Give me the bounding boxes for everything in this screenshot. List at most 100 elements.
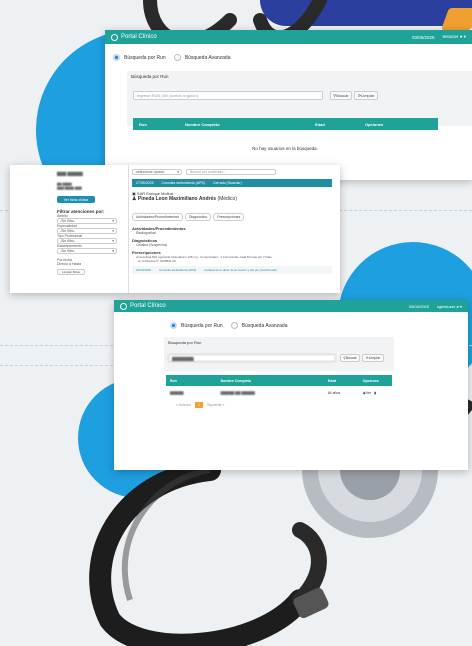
col-options: Opciones <box>362 378 379 383</box>
row-age: 64 años <box>327 390 341 395</box>
radio-search-advanced-label: Búsqueda Avanzada <box>241 322 288 329</box>
attending-name: Pineda Leon Maximiliano Andrés <box>137 196 217 202</box>
patient-sidebar: ▇▇▇ ▇▇▇▇▇ ▇▇ ▇▇▇▇ ▇▇▇ ▇▇▇▇ ▇▇▇ Ver ficha … <box>57 171 117 275</box>
col-age: Edad <box>315 121 325 127</box>
brand[interactable]: Portal Clínico <box>111 33 157 41</box>
results-table-header: Run Nombre Completo Edad Opciones <box>166 375 392 386</box>
col-name: Nombre Completo <box>220 378 251 383</box>
person-icon: ♟ <box>132 196 137 202</box>
search-window-top: Portal Clínico 03/06/2025 testuser ● ▾ B… <box>105 30 472 180</box>
section-title: Búsqueda por Run <box>131 74 169 79</box>
chevron-down-icon: ▾ <box>112 239 114 243</box>
search-button-label: Buscar <box>336 93 349 98</box>
app-title: Portal Clínico <box>130 303 166 309</box>
record-row[interactable]: 24/03/2025 Consulta ambulatoria (APS) Ce… <box>132 266 332 274</box>
user-menu[interactable]: testuser ● ▾ <box>442 34 466 40</box>
chevron-down-icon: ▾ <box>112 219 114 223</box>
patient-name-blurred: ▇▇▇ ▇▇▇▇▇ <box>57 171 83 176</box>
clear-filters-button[interactable]: Limpiar filtros <box>57 269 85 275</box>
search-button[interactable]: ⚲ Buscar <box>340 354 360 362</box>
filter-value: -Sin filtro- <box>60 249 75 253</box>
attending-role: (Médico) <box>217 196 237 202</box>
col-age: Edad <box>327 378 337 383</box>
navbar: Portal Clínico 03/06/2025 testuser ● ▾ <box>105 30 472 44</box>
run-input[interactable]: Ingrese RUN (Sin puntos ni guión) <box>133 91 323 100</box>
radio-search-advanced-label: Búsqueda Avanzada <box>184 54 231 61</box>
date-label: 03/06/2025 <box>411 34 435 40</box>
content-search-input[interactable]: Buscar por contenido... <box>186 169 276 175</box>
view-button-label: Ver <box>365 390 372 395</box>
search-panel: Búsqueda por Run ▇▇▇▇▇▇▇ ⚲ Buscar ⟳ Limpia… <box>164 337 394 371</box>
filter-select-facility[interactable]: -Sin filtro- ▾ <box>57 248 117 254</box>
filter-value: -Sin filtro- <box>60 229 75 233</box>
patient-info-blurred: ▇▇ ▇▇▇▇ ▇▇▇ ▇▇▇▇ ▇▇▇ <box>57 182 82 190</box>
clear-button[interactable]: ⟳ Limpiar <box>362 354 384 362</box>
chip-diagnosis[interactable]: Diagnóstico <box>185 213 212 221</box>
empty-message: No hay usuarios en la búsqueda. <box>252 146 318 151</box>
pagination: « Anterior 1 Siguiente » <box>176 402 224 408</box>
search-window-bottom: Portal Clínico 03/06/2025 sgtestuser ● ▾… <box>114 300 468 470</box>
brand[interactable]: Portal Clínico <box>120 302 166 310</box>
chevron-down-icon: ▾ <box>177 170 179 174</box>
select-placeholder: -seleccione opción- <box>135 170 166 174</box>
radio-search-run-label: Búsqueda por Run <box>124 54 166 61</box>
portal-logo-icon <box>120 302 127 310</box>
pager-current[interactable]: 1 <box>194 402 203 408</box>
row-run-blurred: ▇▇▇▇▇ <box>170 390 184 395</box>
row-name-blurred: ▇▇▇▇▇ ▇▇ ▇▇▇▇▇ <box>220 390 255 395</box>
select-option[interactable]: -seleccione opción- ▾ <box>132 169 182 175</box>
radio-search-advanced[interactable] <box>230 322 238 329</box>
record-status: Cerrado (Guardar) <box>212 181 242 185</box>
radio-search-run[interactable] <box>170 322 177 329</box>
chevron-down-icon: ▾ <box>112 249 114 253</box>
user-name: sgtestuser <box>436 303 456 309</box>
record-date: 24/03/2025 <box>136 268 152 272</box>
order-value: Directo a Hasta <box>57 262 82 266</box>
chip-prescriptions[interactable]: Prescripciones <box>213 213 245 221</box>
user-menu[interactable]: sgtestuser ● ▾ <box>437 304 462 309</box>
run-input[interactable]: ▇▇▇▇▇▇▇ <box>168 354 336 362</box>
col-options: Opciones <box>365 121 384 127</box>
record-type: Consulta ambulatoria (APS) <box>159 268 197 272</box>
navbar: Portal Clínico 03/06/2025 sgtestuser ● ▾ <box>114 300 468 312</box>
record-panel: -seleccione opción- ▾ Buscar por contenid… <box>132 169 332 274</box>
clear-button[interactable]: ⟳ Limpiar <box>354 91 378 100</box>
chip-row: Actividades/Procedimientos Diagnóstico Pre… <box>132 205 332 223</box>
row-options: ◉Ver ▮ <box>363 391 392 395</box>
pager-next[interactable]: Siguiente » <box>207 403 225 407</box>
chip-activities[interactable]: Actividades/Procedimientos <box>132 213 183 221</box>
view-button[interactable]: ◉Ver <box>363 391 371 395</box>
record-date: 27/05/2025 <box>136 181 154 185</box>
search-button[interactable]: ⚲ Buscar <box>330 91 352 100</box>
col-run: Run <box>139 121 147 127</box>
radio-search-run[interactable] <box>113 54 120 61</box>
record-type: Consulta ambulatoria (APS) <box>161 181 205 185</box>
diagnosis-item: Cefalea (Sospecha) <box>136 243 167 247</box>
activity-item: Radiografías <box>136 231 156 235</box>
clinical-record-window: ▇▇▇ ▇▇▇▇▇ ▇▇ ▇▇▇▇ ▇▇▇ ▇▇▇▇ ▇▇▇ Ver ficha … <box>10 165 340 293</box>
user-name: testuser <box>442 34 459 39</box>
clear-button-label: Limpiar <box>361 93 375 98</box>
radio-search-advanced[interactable] <box>173 54 181 61</box>
record-status: Cefalea de tu dolor de al menos y del pi… <box>204 268 278 272</box>
user-icon: ● ▾ <box>456 303 462 309</box>
filter-value: -Sin filtro- <box>60 239 75 243</box>
clear-button-label: Limpiar <box>368 356 381 360</box>
section-title: Búsqueda por Run <box>168 340 202 345</box>
app-title: Portal Clínico <box>121 34 157 40</box>
patient-line: ♟ Pineda Leon Maximiliano Andrés (Médico… <box>132 196 332 202</box>
view-record-button[interactable]: Ver ficha clínica <box>57 196 95 203</box>
date-label: 03/06/2025 <box>408 303 429 309</box>
portal-logo-icon <box>111 33 118 41</box>
table-row[interactable]: ▇▇▇▇▇ ▇▇▇▇▇ ▇▇ ▇▇▇▇▇ 64 años ◉Ver ▮ <box>166 388 392 397</box>
radio-search-run-label: Búsqueda por Run <box>181 322 223 329</box>
pager-prev[interactable]: « Anterior <box>176 403 191 407</box>
prescription-item-receipt: en la Receta N° 4125831 00 <box>138 259 176 263</box>
chevron-down-icon: ▾ <box>112 229 114 233</box>
search-button-label: Buscar <box>345 356 357 360</box>
divider <box>128 165 129 293</box>
document-icon[interactable]: ▮ <box>374 391 376 395</box>
col-run: Run <box>170 378 177 383</box>
record-row-header[interactable]: 27/05/2025 Consulta ambulatoria (APS) Ce… <box>132 179 332 187</box>
col-name: Nombre Completo <box>185 121 220 127</box>
